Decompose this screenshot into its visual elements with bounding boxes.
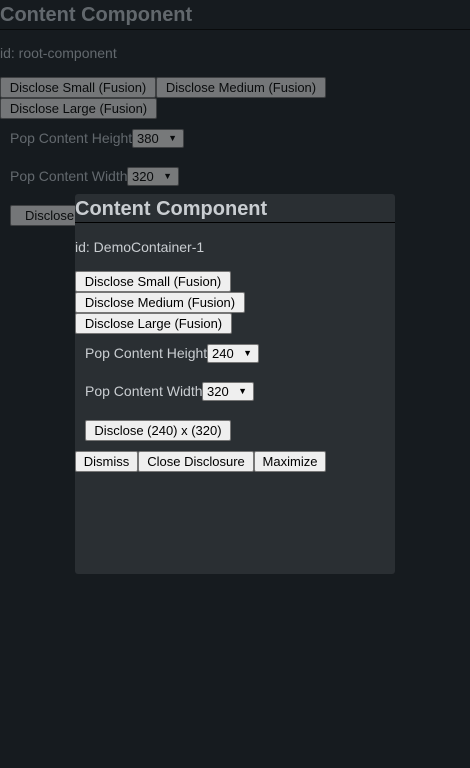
- root-width-value: 320: [132, 169, 154, 184]
- popup-title-bar: Content Component: [75, 194, 395, 223]
- root-width-label: Pop Content Width: [10, 168, 128, 184]
- root-disclose-large-button[interactable]: Disclose Large (Fusion): [0, 98, 157, 119]
- root-disclose-medium-button[interactable]: Disclose Medium (Fusion): [156, 77, 326, 98]
- popup-disclose-large-button[interactable]: Disclose Large (Fusion): [75, 313, 232, 334]
- popup-width-label: Pop Content Width: [85, 383, 203, 399]
- root-height-label: Pop Content Height: [10, 130, 133, 146]
- popup-disclose-small-button[interactable]: Disclose Small (Fusion): [75, 271, 231, 292]
- popup-disclose-medium-button[interactable]: Disclose Medium (Fusion): [75, 292, 245, 313]
- popup-close-disclosure-button[interactable]: Close Disclosure: [138, 451, 254, 472]
- root-disclose-small-button[interactable]: Disclose Small (Fusion): [0, 77, 156, 98]
- popup-title: Content Component: [75, 198, 268, 220]
- root-page-title: Content Component: [0, 4, 193, 26]
- chevron-down-icon: ▼: [163, 171, 172, 181]
- popup-width-select[interactable]: 320 ▼: [202, 382, 254, 401]
- root-title-bar: Content Component: [0, 0, 470, 30]
- popup-width-value: 320: [207, 384, 229, 399]
- chevron-down-icon: ▼: [238, 386, 247, 396]
- popup-content-component: Content Component id: DemoContainer-1 Di…: [75, 194, 395, 574]
- popup-disclose-button[interactable]: Disclose (240) x (320): [85, 420, 231, 441]
- popup-id-text: id: DemoContainer-1: [75, 239, 205, 255]
- popup-maximize-button[interactable]: Maximize: [254, 451, 326, 472]
- root-height-select[interactable]: 380 ▼: [132, 129, 184, 148]
- chevron-down-icon: ▼: [243, 348, 252, 358]
- root-id-text: id: root-component: [0, 45, 117, 61]
- popup-height-select[interactable]: 240 ▼: [207, 344, 259, 363]
- root-width-select[interactable]: 320 ▼: [127, 167, 179, 186]
- root-height-value: 380: [137, 131, 159, 146]
- popup-height-label: Pop Content Height: [85, 345, 208, 361]
- chevron-down-icon: ▼: [168, 133, 177, 143]
- popup-height-value: 240: [212, 346, 234, 361]
- popup-dismiss-button[interactable]: Dismiss: [75, 451, 138, 472]
